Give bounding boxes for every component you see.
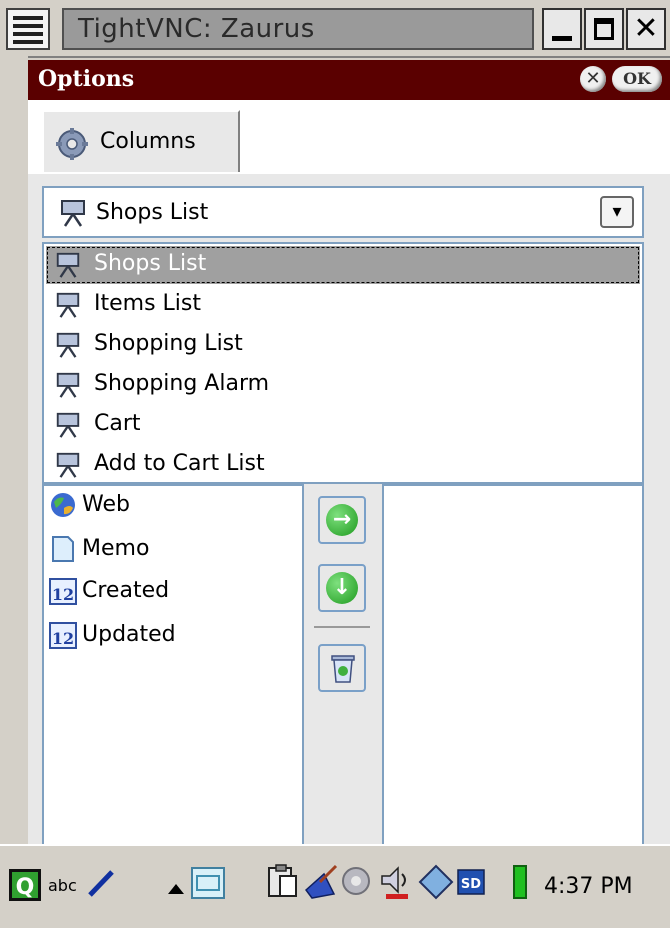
gear-icon [56, 128, 88, 160]
trash-icon [331, 655, 355, 683]
svg-text:Q: Q [16, 875, 35, 900]
dialog-body: Columns Shops List ▾ Shops List Items Li… [28, 100, 670, 848]
easel-icon [56, 452, 80, 478]
svg-text:12: 12 [52, 629, 74, 648]
vnc-title-area[interactable]: TightVNC: Zaurus [62, 8, 534, 50]
dropdown-item-shopping-alarm[interactable]: Shopping Alarm [46, 366, 640, 404]
window-menu-button[interactable] [6, 8, 50, 50]
keyboard-icon[interactable] [190, 866, 226, 900]
dropdown-item-label: Add to Cart List [94, 451, 265, 476]
clock[interactable]: 4:37 PM [544, 874, 633, 899]
vnc-title-bar: TightVNC: Zaurus ✕ [0, 0, 670, 58]
list-item-label: Updated [82, 622, 176, 647]
window-close-button[interactable]: ✕ [626, 8, 666, 50]
globe-icon [51, 493, 75, 517]
list-item-label: Web [82, 492, 130, 517]
svg-text:12: 12 [52, 585, 74, 604]
start-menu-icon[interactable]: Q [8, 868, 42, 902]
easel-icon [56, 252, 80, 278]
maximize-button[interactable] [584, 8, 624, 50]
maximize-icon [594, 18, 614, 40]
arrow-right-icon: → [326, 504, 358, 536]
sd-card-icon[interactable]: SD [456, 868, 486, 896]
dropdown-item-add-to-cart-list[interactable]: Add to Cart List [46, 446, 640, 484]
list-select-combobox[interactable]: Shops List ▾ [42, 186, 644, 238]
battery-icon[interactable] [512, 864, 528, 900]
move-down-button[interactable]: ↓ [318, 564, 366, 612]
add-column-button[interactable]: → [318, 496, 366, 544]
combo-selected-value: Shops List [96, 200, 209, 225]
selected-columns-list[interactable] [382, 484, 644, 848]
triangle-up-icon[interactable] [168, 884, 184, 894]
columns-panel: Shops List ▾ Shops List Items List Shopp… [28, 172, 670, 848]
ok-button[interactable]: OK [612, 66, 662, 92]
minimize-icon [552, 36, 572, 41]
taskbar: Q abc SD 4:37 PM [0, 844, 670, 928]
dropdown-item-cart[interactable]: Cart [46, 406, 640, 444]
dropdown-item-shops-list[interactable]: Shops List [46, 246, 640, 284]
easel-icon [56, 412, 80, 438]
input-mode-label[interactable]: abc [48, 876, 77, 895]
pen-icon[interactable] [86, 868, 116, 898]
remove-column-button[interactable] [318, 644, 366, 692]
list-item-label: Created [82, 578, 170, 603]
dropdown-item-label: Shopping List [94, 331, 243, 356]
button-separator [314, 626, 370, 628]
calendar-icon: 12 [49, 578, 77, 605]
minimize-button[interactable] [542, 8, 582, 50]
dropdown-item-label: Cart [94, 411, 141, 436]
dialog-title-bar: Options ✕ OK [28, 60, 670, 100]
tab-columns-label: Columns [100, 129, 196, 154]
memo-icon [52, 536, 74, 562]
dropdown-item-label: Items List [94, 291, 201, 316]
gear-icon[interactable] [338, 862, 374, 900]
vnc-window-title: TightVNC: Zaurus [78, 14, 315, 44]
dropdown-item-shopping-list[interactable]: Shopping List [46, 326, 640, 364]
easel-icon [61, 200, 85, 227]
dialog-close-button[interactable]: ✕ [580, 66, 606, 92]
easel-icon [56, 332, 80, 358]
available-columns-list[interactable]: Web Memo 12 Created 12 Updated [42, 484, 304, 848]
volume-icon[interactable] [378, 864, 414, 900]
dropdown-item-items-list[interactable]: Items List [46, 286, 640, 324]
list-item-label: Memo [82, 536, 150, 561]
easel-icon [56, 292, 80, 318]
dropdown-item-label: Shops List [94, 251, 207, 276]
left-edge [0, 56, 28, 844]
clipboard-icon[interactable] [266, 864, 298, 900]
list-dropdown: Shops List Items List Shopping List Shop… [42, 242, 644, 484]
calendar-icon: 12 [49, 622, 77, 649]
settings-brush-icon[interactable] [304, 864, 338, 900]
arrow-down-icon: ↓ [326, 572, 358, 604]
chevron-down-icon[interactable]: ▾ [600, 196, 634, 228]
card-icon[interactable] [418, 864, 454, 900]
dropdown-item-label: Shopping Alarm [94, 371, 270, 396]
dialog-title: Options [38, 66, 135, 92]
close-icon: ✕ [633, 11, 659, 46]
svg-text:SD: SD [461, 877, 481, 892]
easel-icon [56, 372, 80, 398]
tab-columns[interactable]: Columns [42, 110, 240, 174]
